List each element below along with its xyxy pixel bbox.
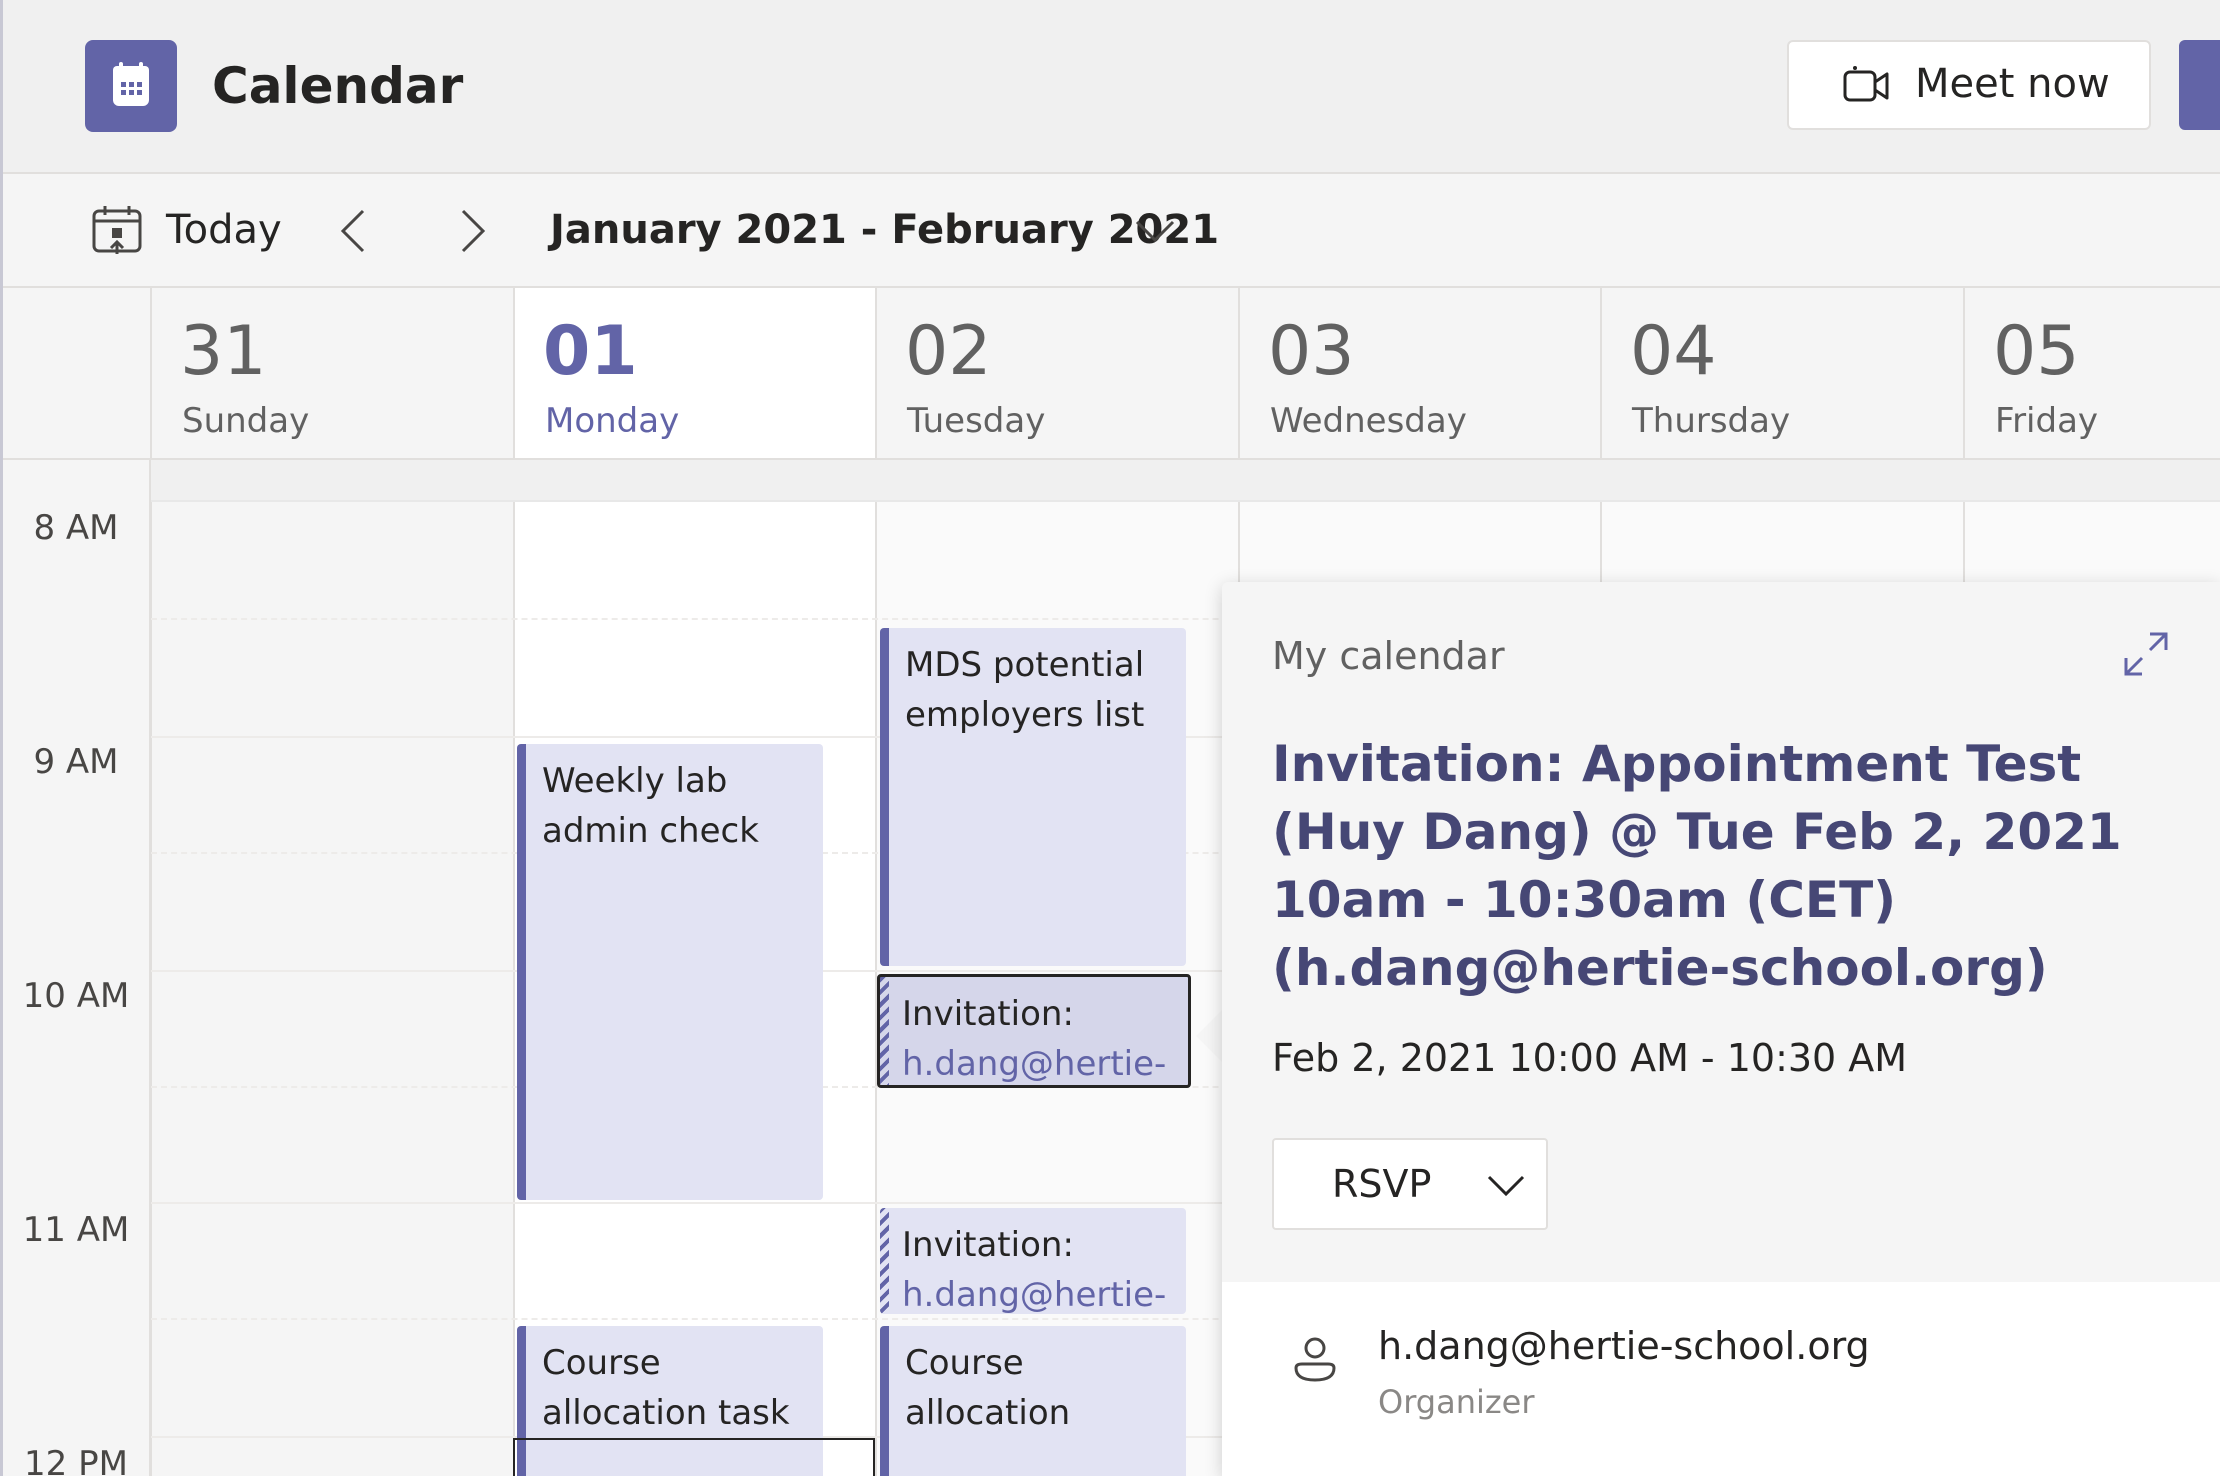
event-details-popup: My calendar Invitation: Appointment Test… [1222, 582, 2220, 1476]
event-title: Course allocation [905, 1343, 1071, 1433]
calendar-app-icon [85, 40, 177, 132]
event-title: Course allocation task [542, 1343, 790, 1433]
event-course-allocation[interactable]: Course allocation [880, 1326, 1186, 1476]
day-number: 02 [905, 312, 992, 391]
day-header[interactable]: 02 Tuesday [875, 288, 1238, 458]
page-title: Calendar [212, 57, 464, 115]
organizer-panel: h.dang@hertie-school.org Organizer [1222, 1282, 2220, 1476]
event-title: Weekly lab admin check [542, 761, 759, 851]
event-subtitle: h.dang@hertie- [902, 1044, 1167, 1084]
organizer-role: Organizer [1378, 1383, 1535, 1421]
person-icon [1292, 1334, 1338, 1384]
event-title: Invitation: [902, 1225, 1074, 1265]
new-meeting-button[interactable] [2179, 40, 2220, 130]
day-number: 05 [1993, 312, 2080, 391]
time-label: 10 AM [22, 976, 130, 1016]
all-day-strip [151, 460, 2220, 502]
day-header-row: 31 Sunday 01 Monday 02 Tuesday 03 Wednes… [3, 288, 2220, 460]
day-header[interactable]: 05 Friday [1963, 288, 2220, 458]
app-header: Calendar Meet now [3, 0, 2220, 174]
time-slot-focus [513, 1438, 875, 1476]
event-title: Invitation: Appointment Test (Huy Dang) … [1272, 735, 2122, 997]
day-column[interactable] [875, 460, 1238, 1476]
day-number: 31 [180, 312, 267, 391]
today-button[interactable]: Today [166, 204, 282, 256]
time-label: 9 AM [33, 742, 119, 782]
date-range-picker[interactable]: January 2021 - February 2021 [550, 204, 1219, 256]
meet-now-button[interactable]: Meet now [1787, 40, 2151, 130]
rsvp-dropdown[interactable]: RSVP [1272, 1138, 1548, 1230]
day-name: Monday [545, 401, 680, 441]
calendar-today-icon [91, 204, 143, 256]
event-subtitle: h.dang@hertie- [902, 1275, 1167, 1314]
time-label: 8 AM [33, 508, 119, 548]
day-name: Thursday [1632, 401, 1791, 441]
meet-now-label: Meet now [1915, 61, 2110, 107]
event-invitation-selected[interactable]: Invitation: h.dang@hertie- [877, 974, 1191, 1088]
event-time: Feb 2, 2021 10:00 AM - 10:30 AM [1272, 1036, 1908, 1080]
time-label: 11 AM [22, 1210, 130, 1250]
event-invitation[interactable]: Invitation: h.dang@hertie- [880, 1208, 1186, 1314]
day-number: 03 [1268, 312, 1355, 391]
calendar-name: My calendar [1272, 634, 1505, 678]
event-weekly-lab[interactable]: Weekly lab admin check [517, 744, 823, 1200]
chevron-right-icon[interactable] [455, 208, 491, 254]
event-mds-employers[interactable]: MDS potential employers list [880, 628, 1186, 966]
day-name: Friday [1995, 401, 2099, 441]
chevron-down-icon[interactable] [1133, 216, 1177, 246]
video-camera-icon [1843, 64, 1891, 108]
time-gutter: 8 AM 9 AM 10 AM 11 AM 12 PM [3, 460, 151, 1476]
day-header-today[interactable]: 01 Monday [513, 288, 875, 458]
time-label: 12 PM [24, 1444, 128, 1476]
day-name: Tuesday [907, 401, 1046, 441]
day-header[interactable]: 31 Sunday [150, 288, 513, 458]
popup-arrow [1196, 1010, 1222, 1062]
day-header[interactable]: 03 Wednesday [1238, 288, 1600, 458]
event-title: Invitation: [902, 994, 1074, 1034]
day-name: Wednesday [1270, 401, 1467, 441]
chevron-down-icon [1486, 1172, 1526, 1200]
expand-icon[interactable] [2122, 630, 2170, 678]
chevron-left-icon[interactable] [335, 208, 371, 254]
day-name: Sunday [182, 401, 310, 441]
event-title: MDS potential employers list [905, 645, 1145, 735]
organizer-email[interactable]: h.dang@hertie-school.org [1378, 1322, 1870, 1370]
day-number: 04 [1630, 312, 1717, 391]
rsvp-label: RSVP [1332, 1162, 1432, 1206]
day-number: 01 [543, 312, 638, 391]
calendar-toolbar: Today January 2021 - February 2021 [3, 174, 2220, 288]
day-column[interactable] [150, 460, 513, 1476]
day-header[interactable]: 04 Thursday [1600, 288, 1963, 458]
